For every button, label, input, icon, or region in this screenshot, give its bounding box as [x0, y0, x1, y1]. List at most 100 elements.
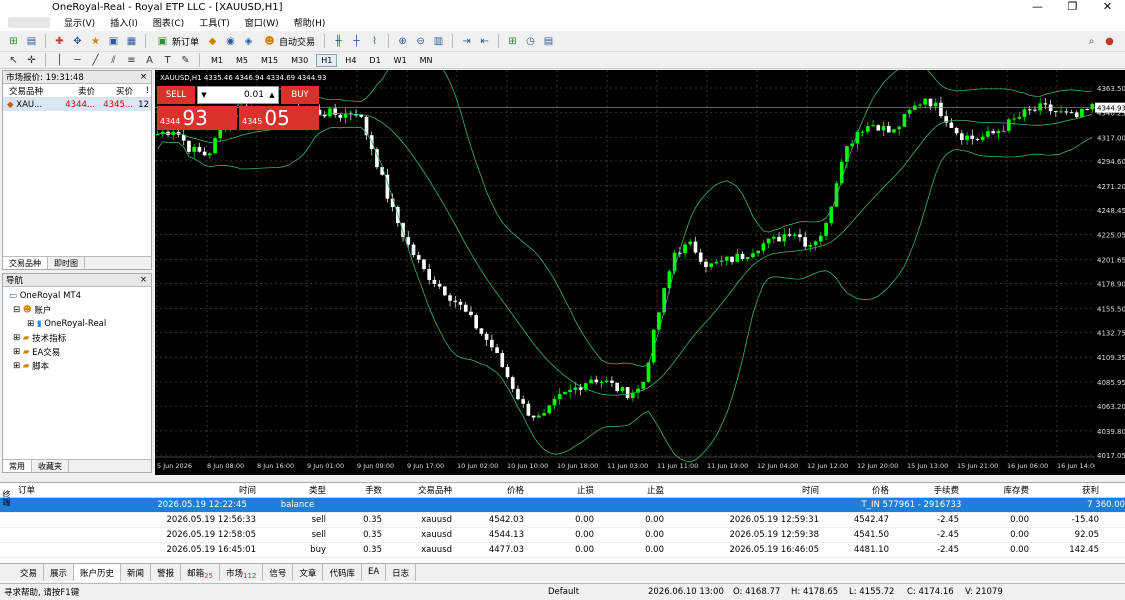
tab-common[interactable]: 常用 [3, 460, 32, 472]
menu-file-blurred[interactable] [8, 17, 50, 28]
horizontal-line-icon[interactable]: ─ [70, 53, 85, 68]
auto-trading-button[interactable]: ☻ 自动交易 [259, 34, 318, 49]
nav-indicators[interactable]: ⊞ ▰ 技术指标 [9, 331, 151, 345]
bar-chart-icon[interactable]: ╫ [331, 34, 346, 49]
tab-terminal-10[interactable]: EA [362, 564, 387, 581]
new-chart-icon[interactable]: ⊞ [6, 34, 21, 49]
data-window-icon[interactable]: ✥ [70, 34, 85, 49]
tab-terminal-11[interactable]: 日志 [386, 564, 417, 581]
text-label-icon[interactable]: T [160, 53, 175, 68]
autoscroll-icon[interactable]: ⇥ [459, 34, 474, 49]
menu-help[interactable]: 帮助(H) [294, 16, 326, 29]
menu-insert[interactable]: 插入(I) [110, 16, 138, 29]
tab-terminal-7[interactable]: 信号 [263, 564, 294, 581]
tab-terminal-2[interactable]: 账户历史 [74, 564, 122, 581]
zoom-out-icon[interactable]: ⊖ [413, 34, 428, 49]
tester-icon[interactable]: ▦ [124, 34, 139, 49]
metaeditor-icon[interactable]: ◆ [205, 34, 220, 49]
maximize-button[interactable]: ❐ [1055, 0, 1090, 14]
navigator-icon[interactable]: ★ [88, 34, 103, 49]
minimize-button[interactable]: — [1020, 0, 1055, 14]
timeframe-d1[interactable]: D1 [364, 54, 385, 67]
candle-body [213, 138, 217, 154]
cursor-icon[interactable]: ↖ [6, 53, 21, 68]
new-order-button[interactable]: ▣ 新订单 [152, 34, 202, 49]
tab-terminal-8[interactable]: 文章 [293, 564, 324, 581]
signals-icon[interactable]: ◈ [241, 34, 256, 49]
alert-icon[interactable]: ● [1102, 34, 1117, 49]
tab-favorites[interactable]: 收藏夹 [32, 460, 69, 472]
tab-terminal-1[interactable]: 展示 [44, 564, 75, 581]
terminal-row[interactable]: 2026.05.19 12:56:33 sell 0.35 xauusd 4542.03… [0, 513, 1125, 528]
close-button[interactable]: ✕ [1090, 0, 1125, 14]
tab-tick-chart[interactable]: 即时图 [48, 257, 85, 269]
lot-size-value[interactable]: 0.01 [210, 90, 266, 100]
menu-charts[interactable]: 图表(C) [153, 16, 184, 29]
tab-terminal-3[interactable]: 新闻 [121, 564, 152, 581]
lot-decrease-icon[interactable]: ▼ [198, 91, 210, 99]
close-icon[interactable]: × [140, 72, 147, 82]
menu-window[interactable]: 窗口(W) [245, 16, 279, 29]
zoom-in-icon[interactable]: ⊕ [395, 34, 410, 49]
timeframe-m5[interactable]: M5 [231, 54, 253, 67]
timeframe-w1[interactable]: W1 [389, 54, 412, 67]
templates-icon[interactable]: ▤ [541, 34, 556, 49]
menu-view[interactable]: 显示(V) [64, 16, 95, 29]
users-icon[interactable]: ◉ [223, 34, 238, 49]
candle-body [960, 133, 964, 141]
ask-price: 4345... [103, 99, 133, 110]
tab-terminal-6[interactable]: 市场112 [220, 564, 264, 581]
status-open: O: 4168.77 [733, 587, 781, 597]
fibonacci-icon[interactable]: ≡ [124, 53, 139, 68]
market-watch-row[interactable]: ◆ XAU... 4344... 4345... 12 [3, 98, 151, 111]
candle-body [510, 377, 515, 389]
timeframe-h4[interactable]: H4 [340, 54, 361, 67]
chart-shift-icon[interactable]: ⇤ [477, 34, 492, 49]
sell-price-box[interactable]: 4344 93 [157, 106, 237, 130]
crosshair-icon[interactable]: ✛ [24, 53, 39, 68]
x-tick-label: 5 Jun 2026 [157, 462, 192, 470]
indicators-icon[interactable]: ⊞ [505, 34, 520, 49]
lot-increase-icon[interactable]: ▲ [266, 91, 278, 99]
menu-tools[interactable]: 工具(T) [199, 16, 230, 29]
timeframe-mn[interactable]: MN [415, 54, 438, 67]
profiles-icon[interactable]: ▤ [24, 34, 39, 49]
timeframe-m30[interactable]: M30 [286, 54, 313, 67]
close-icon[interactable]: × [140, 275, 147, 285]
candle-body [443, 286, 447, 296]
nav-root[interactable]: ▭ OneRoyal MT4 [9, 289, 151, 303]
terminal-row[interactable]: 2026.05.19 12:22:45 balance T_IN 577961 - … [0, 498, 1125, 513]
tab-symbols[interactable]: 交易品种 [3, 257, 48, 269]
timeframe-m1[interactable]: M1 [206, 54, 228, 67]
price-chart[interactable]: 5 Jun 2026 8 Jun 08:00 8 Jun 16:00 9 Jun 01… [155, 48, 1098, 475]
terminal-row[interactable]: 2026.05.19 12:58:05 sell 0.35 xauusd 4544.13… [0, 528, 1125, 543]
arrows-icon[interactable]: ✎ [178, 53, 193, 68]
periods-icon[interactable]: ◷ [523, 34, 538, 49]
candle-body [604, 380, 609, 382]
buy-button[interactable]: BUY [281, 86, 319, 104]
tab-terminal-9[interactable]: 代码库 [323, 564, 362, 581]
nav-accounts[interactable]: ⊟ ☻ 账户 [9, 303, 151, 317]
timeframe-h1[interactable]: H1 [316, 53, 338, 67]
buy-price-box[interactable]: 4345 05 [239, 106, 319, 130]
nav-account-real[interactable]: ⊞ ▮ OneRoyal-Real [9, 317, 151, 331]
tab-terminal-4[interactable]: 警报 [151, 564, 182, 581]
tab-terminal-5[interactable]: 邮箱25 [181, 564, 221, 581]
timeframe-m15[interactable]: M15 [256, 54, 283, 67]
candlestick-icon[interactable]: ┼ [349, 34, 364, 49]
tab-terminal-0[interactable]: 交易 [14, 564, 45, 581]
channel-icon[interactable]: ⫽ [106, 53, 121, 68]
nav-expert-advisors[interactable]: ⊞ ▰ EA交易 [9, 345, 151, 359]
lot-size-field[interactable]: ▼ 0.01 ▲ [197, 86, 279, 104]
terminal-icon[interactable]: ▣ [106, 34, 121, 49]
terminal-row[interactable]: 2026.05.19 16:45:01 buy 0.35 xauusd 4477.03 0… [0, 543, 1125, 558]
sell-button[interactable]: SELL [157, 86, 195, 104]
trendline-icon[interactable]: ╱ [88, 53, 103, 68]
nav-scripts[interactable]: ⊞ ▰ 脚本 [9, 359, 151, 373]
tile-windows-icon[interactable]: ▥ [431, 34, 446, 49]
vertical-line-icon[interactable]: │ [52, 53, 67, 68]
search-icon[interactable]: ⌕ [1084, 34, 1099, 49]
text-icon[interactable]: A [142, 53, 157, 68]
line-chart-icon[interactable]: ⌇ [367, 34, 382, 49]
market-watch-icon[interactable]: ✚ [52, 34, 67, 49]
